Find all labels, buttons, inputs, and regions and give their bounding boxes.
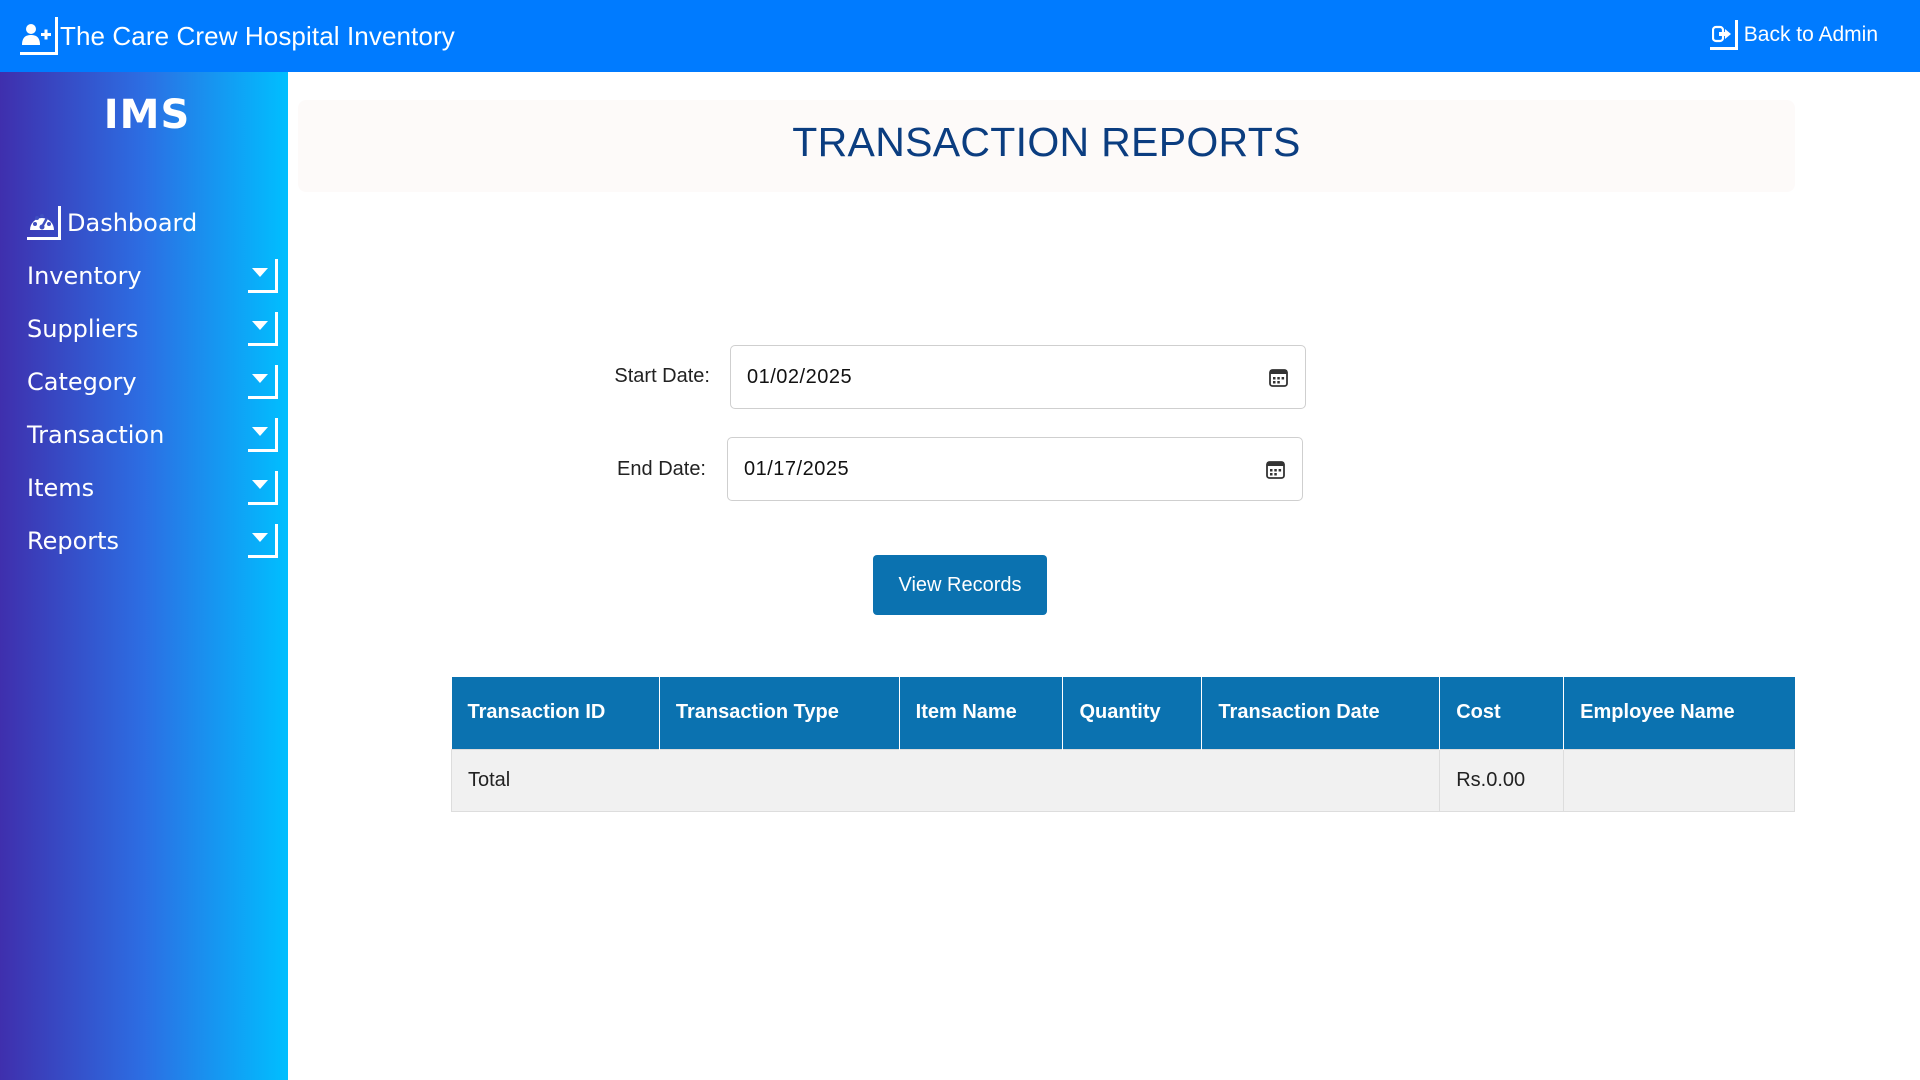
sidebar-item-label: Items <box>27 473 95 502</box>
caret-down-icon[interactable] <box>248 312 278 346</box>
sidebar-item-label: Inventory <box>27 261 142 290</box>
column-header-item-name: Item Name <box>898 677 1063 749</box>
page-title: TRANSACTION REPORTS <box>792 119 1301 165</box>
caret-down-icon[interactable] <box>248 365 278 399</box>
tachometer-icon <box>27 205 61 240</box>
back-to-admin-label: Back to Admin <box>1743 23 1878 46</box>
table-total-row: Total Rs.0.00 <box>450 748 1795 812</box>
sidebar-item-label: Category <box>27 367 137 396</box>
sidebar-logo: IMS <box>103 92 191 138</box>
sidebar-item-transaction[interactable]: Transaction <box>0 408 288 461</box>
calendar-icon[interactable] <box>1269 368 1288 387</box>
back-to-admin-link[interactable]: Back to Admin <box>1709 20 1878 50</box>
column-header-transaction-id: Transaction ID <box>451 677 660 749</box>
end-date-label: End Date: <box>617 458 706 480</box>
calendar-icon[interactable] <box>1266 460 1285 479</box>
caret-down-icon[interactable] <box>248 471 278 505</box>
end-date-input[interactable]: 01/17/2025 <box>727 437 1303 501</box>
total-employee-cell <box>1563 748 1795 812</box>
sidebar-item-label: Reports <box>27 526 120 555</box>
sidebar-item-reports[interactable]: Reports <box>0 514 288 567</box>
sidebar: IMS Dashboard Inventory Suppliers Catego… <box>0 72 288 1080</box>
sign-out-icon <box>1709 20 1738 50</box>
caret-down-icon[interactable] <box>248 524 278 558</box>
caret-down-icon[interactable] <box>248 418 278 452</box>
total-cost: Rs.0.00 <box>1439 748 1565 812</box>
app-title: The Care Crew Hospital Inventory <box>60 20 455 51</box>
caret-down-icon[interactable] <box>248 259 278 293</box>
user-plus-icon <box>20 17 58 55</box>
sidebar-item-dashboard[interactable]: Dashboard <box>0 196 288 249</box>
sidebar-item-items[interactable]: Items <box>0 461 288 514</box>
column-header-cost: Cost <box>1439 677 1564 749</box>
brand[interactable]: The Care Crew Hospital Inventory <box>20 16 455 56</box>
view-records-button[interactable]: View Records <box>873 555 1047 615</box>
column-header-quantity: Quantity <box>1062 677 1202 749</box>
sidebar-item-suppliers[interactable]: Suppliers <box>0 302 288 355</box>
start-date-label: Start Date: <box>614 365 710 387</box>
sidebar-item-category[interactable]: Category <box>0 355 288 408</box>
sidebar-item-label: Suppliers <box>27 314 139 343</box>
end-date-value: 01/17/2025 <box>744 457 850 480</box>
start-date-value: 01/02/2025 <box>747 365 853 388</box>
sidebar-item-label: Dashboard <box>67 208 198 237</box>
total-label: Total <box>450 748 1440 812</box>
sidebar-item-label: Transaction <box>27 420 165 449</box>
start-date-input[interactable]: 01/02/2025 <box>730 345 1306 409</box>
transaction-report-table: Transaction ID Transaction Type Item Nam… <box>450 677 1795 812</box>
page-header: TRANSACTION REPORTS <box>298 100 1795 192</box>
table-header-row: Transaction ID Transaction Type Item Nam… <box>451 677 1795 749</box>
top-navbar: The Care Crew Hospital Inventory Back to… <box>0 0 1920 72</box>
sidebar-item-inventory[interactable]: Inventory <box>0 249 288 302</box>
column-header-transaction-type: Transaction Type <box>658 677 900 749</box>
column-header-employee-name: Employee Name <box>1563 677 1795 749</box>
sidebar-nav: Dashboard Inventory Suppliers Category T… <box>0 196 288 567</box>
column-header-transaction-date: Transaction Date <box>1201 677 1440 749</box>
